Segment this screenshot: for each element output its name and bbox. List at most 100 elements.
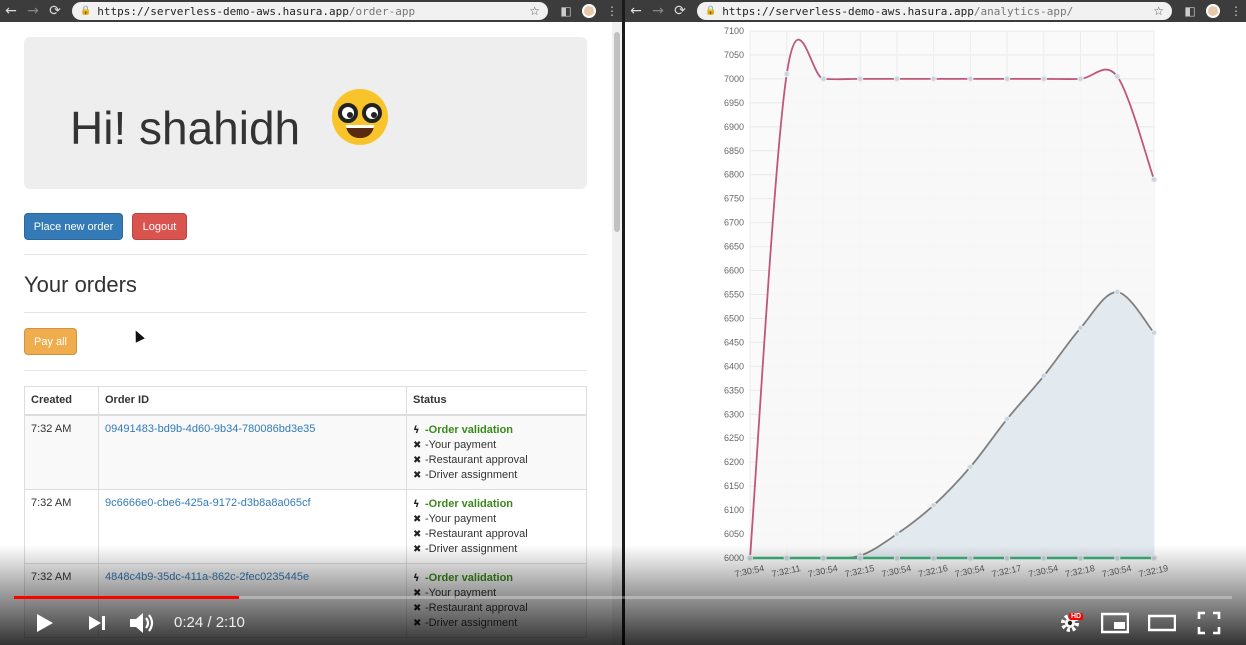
y-tick-label: 7100 [724, 26, 744, 36]
y-tick-label: 6100 [724, 505, 744, 515]
profile-avatar[interactable] [582, 4, 596, 18]
order-id-link[interactable]: 9c6666e0-cbe6-425a-9172-d3b8a8a065cf [105, 497, 311, 509]
y-tick-label: 6750 [724, 194, 744, 204]
miniplayer-button[interactable] [1100, 604, 1130, 642]
order-status-cell: ϟ -Order validation ✖-Your payment✖-Restau… [406, 414, 587, 490]
bookmark-star-icon[interactable]: ☆ [529, 4, 540, 18]
volume-button[interactable] [126, 604, 158, 642]
miniplayer-icon [1101, 612, 1129, 634]
data-point [967, 463, 974, 471]
data-point [893, 75, 901, 83]
data-point [1003, 75, 1011, 83]
cross-icon: ✖ [413, 454, 422, 466]
place-new-order-button[interactable]: Place new order [24, 213, 123, 240]
player-controls: 0:24 / 2:10 HD [0, 604, 1246, 642]
lock-icon: 🔒 [80, 6, 92, 16]
status-step-pending: ✖-Restaurant approval [413, 527, 580, 542]
browser-toolbar-right: ← → ⟳ 🔒 https://serverless-demo-aws.hasu… [625, 0, 1246, 22]
browser-toolbar-left: ← → ⟳ 🔒 https://serverless-demo-aws.hasu… [0, 0, 622, 22]
bolt-icon: ϟ [413, 424, 420, 436]
y-tick-label: 7000 [724, 74, 744, 84]
url-host: https://serverless-demo-aws.hasura.app [722, 4, 974, 18]
data-point [930, 502, 937, 509]
scrollbar-thumb[interactable] [614, 32, 620, 232]
cross-icon: ✖ [413, 528, 422, 540]
y-tick-label: 6600 [724, 266, 744, 276]
logout-button[interactable]: Logout [132, 213, 187, 240]
bookmark-star-icon[interactable]: ☆ [1153, 4, 1164, 18]
y-tick-label: 6650 [724, 242, 744, 252]
data-point [1003, 415, 1011, 423]
status-step-pending: ✖-Your payment [413, 438, 580, 453]
theater-mode-icon [1148, 614, 1176, 632]
nerd-face-emoji-icon [332, 89, 388, 145]
video-progress-played [14, 596, 240, 599]
y-tick-label: 6500 [724, 313, 744, 323]
cross-icon: ✖ [413, 439, 422, 451]
hd-badge: HD [1069, 613, 1084, 620]
extension-icon[interactable]: ◧ [1180, 0, 1200, 22]
play-icon [37, 614, 53, 632]
play-button[interactable] [28, 604, 60, 642]
reload-icon[interactable]: ⟳ [44, 0, 66, 22]
theater-mode-button[interactable] [1146, 604, 1178, 642]
profile-avatar[interactable] [1206, 4, 1220, 18]
back-arrow-icon[interactable]: ← [0, 0, 22, 22]
time-display: 0:24 / 2:10 [174, 614, 245, 631]
divider [24, 312, 587, 313]
next-button[interactable] [82, 604, 112, 642]
y-tick-label: 6850 [724, 146, 744, 156]
url-path: /analytics-app/ [973, 4, 1074, 18]
reload-icon[interactable]: ⟳ [669, 0, 691, 22]
y-tick-label: 6150 [724, 481, 744, 491]
data-point [1114, 73, 1121, 80]
back-arrow-icon[interactable]: ← [625, 0, 647, 22]
cross-icon: ✖ [413, 513, 422, 525]
data-point [1150, 329, 1158, 336]
data-point [1150, 176, 1158, 183]
address-bar[interactable]: 🔒 https://serverless-demo-aws.hasura.app… [697, 2, 1172, 20]
status-step-label: -Order validation [425, 497, 514, 510]
divider [24, 370, 587, 371]
pay-all-button[interactable]: Pay all [24, 328, 77, 355]
status-step-label: -Restaurant approval [425, 527, 528, 540]
table-header-row: Created Order ID Status [24, 386, 587, 416]
status-step-label: -Order validation [425, 423, 514, 436]
y-tick-label: 6900 [724, 122, 744, 132]
y-tick-label: 6400 [724, 361, 744, 371]
y-tick-label: 6800 [724, 170, 744, 180]
video-progress-bar[interactable] [14, 596, 1232, 599]
forward-arrow-icon[interactable]: → [22, 0, 44, 22]
data-point [857, 75, 864, 83]
data-point [1077, 324, 1084, 332]
status-step-label: -Restaurant approval [425, 453, 528, 466]
divider [24, 254, 587, 255]
settings-button[interactable] [1056, 604, 1084, 642]
bolt-icon: ϟ [413, 498, 420, 510]
forward-arrow-icon[interactable]: → [647, 0, 669, 22]
orders-section-title: Your orders [24, 272, 137, 297]
status-step-label: -Your payment [425, 512, 497, 525]
status-step-active: ϟ -Order validation [413, 423, 580, 438]
column-header-created: Created [24, 386, 99, 416]
mouse-cursor-icon [131, 328, 145, 343]
greeting-heading: Hi! shahidh [70, 102, 301, 154]
y-tick-label: 7050 [724, 50, 744, 60]
order-id-link[interactable]: 09491483-bd9b-4d60-9b34-780086bd3e35 [105, 423, 315, 435]
y-tick-label: 6450 [724, 337, 744, 347]
data-point [783, 71, 790, 78]
status-step-pending: ✖-Your payment [413, 512, 580, 527]
y-tick-label: 6300 [724, 409, 744, 419]
order-id-cell: 09491483-bd9b-4d60-9b34-780086bd3e35 [98, 414, 407, 490]
order-created-cell: 7:32 AM [24, 414, 99, 490]
address-bar[interactable]: 🔒 https://serverless-demo-aws.hasura.app… [72, 2, 548, 20]
url-path: /order-app [348, 4, 416, 18]
lock-icon: 🔒 [705, 6, 717, 16]
menu-kebab-icon[interactable]: ⋮ [1226, 0, 1246, 22]
y-tick-label: 6350 [724, 385, 744, 395]
fullscreen-button[interactable] [1194, 604, 1224, 642]
data-point [1077, 75, 1084, 83]
menu-kebab-icon[interactable]: ⋮ [602, 0, 622, 22]
status-step-pending: ✖-Restaurant approval [413, 453, 580, 468]
extension-icon[interactable]: ◧ [556, 0, 576, 22]
